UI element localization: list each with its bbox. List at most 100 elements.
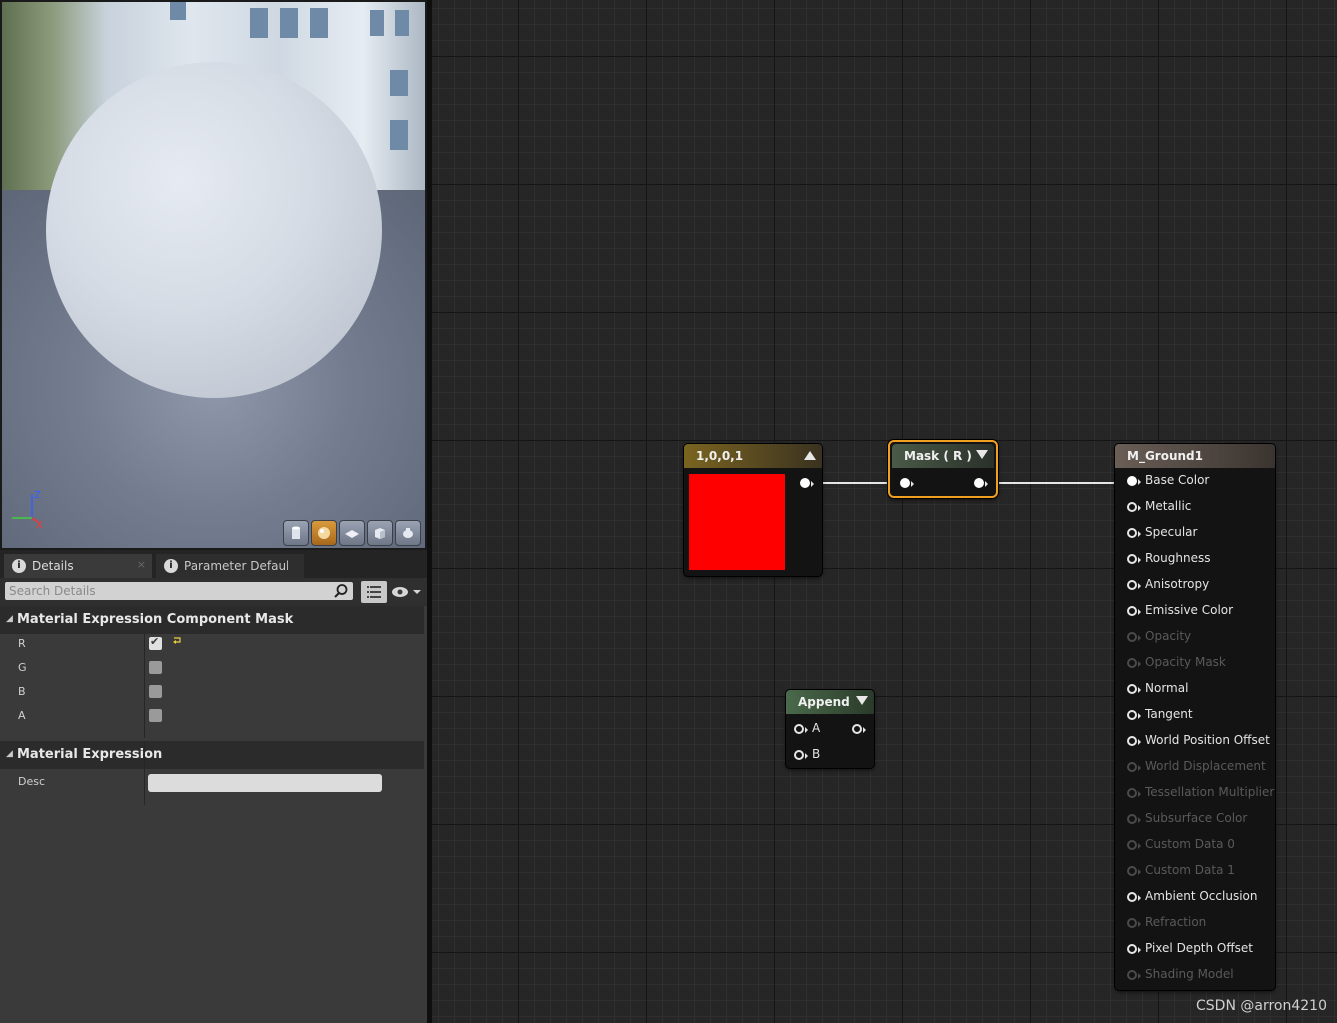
input-pin-label: Roughness [1145, 551, 1211, 565]
cylinder-icon [292, 526, 300, 539]
node-header: M_Ground1 [1115, 444, 1275, 468]
property-row-r: R [0, 632, 424, 656]
input-pin[interactable] [1127, 892, 1141, 902]
input-pin[interactable] [1127, 684, 1141, 694]
expand-arrow-icon: ◢ [6, 749, 13, 759]
search-details-input[interactable] [9, 582, 329, 600]
chevron-down-icon [413, 590, 421, 594]
input-pin-a[interactable] [794, 724, 808, 734]
property-row-g: G [0, 656, 424, 680]
input-pin-label: Opacity [1145, 629, 1192, 643]
property-row-b: B [0, 680, 424, 704]
input-pin[interactable] [1127, 632, 1141, 642]
preview-mesh-toolbar [283, 520, 421, 546]
collapse-arrow-icon[interactable] [804, 451, 816, 460]
input-pin[interactable] [1127, 814, 1141, 824]
wire-constant-to-mask [822, 482, 892, 484]
input-pin[interactable] [1127, 918, 1141, 928]
property-matrix-button[interactable] [361, 581, 387, 603]
input-pin[interactable] [1127, 528, 1141, 538]
tab-parameter-defaults[interactable]: i Parameter Defaults [156, 554, 304, 578]
input-pin-label: Custom Data 0 [1145, 837, 1235, 851]
svg-text:Z: Z [34, 490, 41, 501]
input-pin[interactable] [1127, 866, 1141, 876]
tab-details-label: Details [32, 559, 74, 573]
property-row-desc: Desc [0, 770, 424, 794]
input-pin-label: Ambient Occlusion [1145, 889, 1258, 903]
material-preview-viewport[interactable]: Z X [0, 0, 427, 550]
node-header: 1,0,0,1 [684, 444, 822, 468]
material-graph-canvas[interactable]: 1,0,0,1 Mask ( R ) Append A B M_Ground1 … [432, 0, 1337, 1023]
input-pin[interactable] [1127, 944, 1141, 954]
a-checkbox[interactable] [149, 709, 162, 722]
category-material-expression[interactable]: ◢ Material Expression [0, 741, 424, 769]
list-view-icon [367, 586, 381, 598]
g-checkbox[interactable] [149, 661, 162, 674]
input-pin[interactable] [1127, 476, 1141, 486]
material-result-node[interactable]: M_Ground1 Base Color Metallic Specular Roug… [1115, 444, 1275, 990]
b-checkbox[interactable] [149, 685, 162, 698]
input-pin-b[interactable] [794, 750, 808, 760]
input-pin[interactable] [1127, 970, 1141, 980]
constant4-vector-node[interactable]: 1,0,0,1 [684, 444, 822, 576]
collapse-arrow-icon[interactable] [856, 696, 868, 705]
input-pin-label: World Displacement [1145, 759, 1266, 773]
property-label: Desc [18, 775, 46, 788]
input-pin-label: Custom Data 1 [1145, 863, 1235, 877]
custom-mesh-preview-button[interactable] [395, 520, 421, 546]
output-pin[interactable] [800, 478, 814, 488]
sphere-preview-button[interactable] [311, 520, 337, 546]
cylinder-preview-button[interactable] [283, 520, 309, 546]
close-icon[interactable]: × [137, 558, 146, 571]
component-mask-node[interactable]: Mask ( R ) [888, 440, 998, 498]
property-row-a: A [0, 704, 424, 728]
collapse-arrow-icon[interactable] [976, 450, 988, 459]
input-pin[interactable] [1127, 736, 1141, 746]
input-pin-label: Tangent [1145, 707, 1193, 721]
teapot-icon [403, 528, 413, 538]
category-title: Material Expression Component Mask [17, 612, 294, 627]
input-pin[interactable] [1127, 762, 1141, 772]
details-search-box [5, 582, 353, 600]
input-pin[interactable] [1127, 580, 1141, 590]
view-options-button[interactable] [391, 583, 423, 601]
tab-parameter-defaults-label: Parameter Defaults [184, 559, 288, 573]
desc-input[interactable] [148, 774, 382, 792]
color-swatch [689, 474, 785, 570]
input-pin[interactable] [1127, 502, 1141, 512]
input-pin[interactable] [1127, 840, 1141, 850]
tab-details[interactable]: i Details × [4, 554, 152, 578]
node-title: 1,0,0,1 [696, 449, 744, 463]
input-pin[interactable] [900, 478, 914, 488]
input-pin-label: Anisotropy [1145, 577, 1210, 591]
input-pin-label: Subsurface Color [1145, 811, 1248, 825]
node-title: Append [798, 695, 850, 709]
reset-to-default-icon[interactable] [172, 636, 182, 646]
input-pin-label: Base Color [1145, 473, 1210, 487]
output-pin[interactable] [852, 724, 866, 734]
parameter-search-icon: i [164, 559, 178, 573]
category-component-mask[interactable]: ◢ Material Expression Component Mask [0, 606, 424, 634]
pin-label: B [812, 747, 821, 761]
input-pin[interactable] [1127, 658, 1141, 668]
input-pin[interactable] [1127, 710, 1141, 720]
property-label: B [18, 685, 26, 698]
node-header: Mask ( R ) [892, 444, 994, 468]
cube-preview-button[interactable] [367, 520, 393, 546]
property-label: R [18, 637, 26, 650]
node-title: M_Ground1 [1127, 449, 1203, 463]
output-pin[interactable] [974, 478, 988, 488]
r-checkbox[interactable] [149, 635, 162, 650]
input-pin[interactable] [1127, 788, 1141, 798]
search-icon[interactable] [333, 583, 349, 599]
input-pin[interactable] [1127, 606, 1141, 616]
input-pin-label: Shading Model [1145, 967, 1234, 981]
node-title: Mask ( R ) [904, 449, 972, 463]
plane-icon [345, 530, 359, 538]
input-pin[interactable] [1127, 554, 1141, 564]
watermark-text: CSDN @arron4210 [1196, 998, 1327, 1014]
cube-icon [375, 528, 385, 539]
axis-gizmo-icon: Z X [12, 490, 43, 530]
plane-preview-button[interactable] [339, 520, 365, 546]
append-node[interactable]: Append A B [786, 690, 874, 768]
